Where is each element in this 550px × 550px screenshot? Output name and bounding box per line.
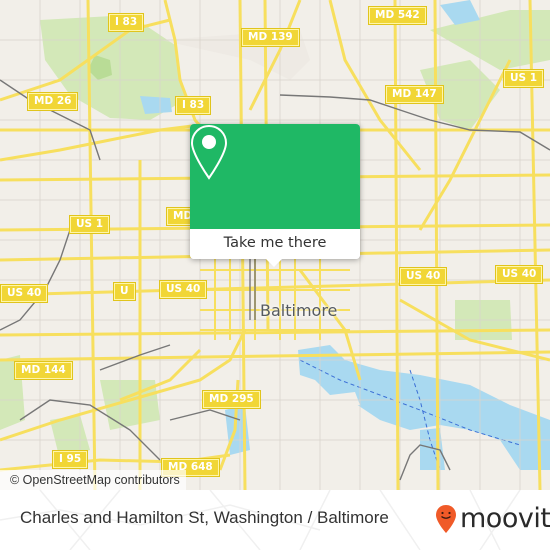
popup-tail: [264, 257, 284, 267]
road-shield-us40: US 40: [1, 285, 48, 302]
location-popup: Take me there: [190, 124, 360, 267]
road-shield-i95: I 95: [53, 451, 88, 468]
road-shield-md147: MD 147: [386, 86, 443, 103]
road-shield-us40: US 40: [160, 281, 207, 298]
moovit-logo[interactable]: moovit: [435, 504, 550, 534]
road-shield-md139: MD 139: [242, 29, 299, 46]
road-shield-us1: US 1: [70, 216, 110, 233]
map-attribution[interactable]: © OpenStreetMap contributors: [0, 470, 186, 490]
road-shield-us40: U: [114, 283, 135, 300]
footer: Charles and Hamilton St, Washington / Ba…: [0, 490, 550, 550]
road-shield-md295: MD 295: [203, 391, 260, 408]
road-shield-md144: MD 144: [15, 362, 72, 379]
moovit-smile-pin-icon: [436, 505, 456, 533]
road-shield-md26: MD 26: [28, 93, 78, 110]
road-shield-us40: US 40: [496, 266, 543, 283]
location-title: Charles and Hamilton St, Washington / Ba…: [20, 508, 389, 527]
map-view[interactable]: I 83 MD 542 MD 139 MD 26 I 83 US 1 MD 14…: [0, 0, 550, 490]
city-label: Baltimore: [260, 301, 338, 320]
road-shield-i83: I 83: [109, 14, 144, 31]
map-pin-icon: [190, 124, 228, 180]
road-shield-us1: US 1: [504, 70, 544, 87]
road-shield-md542: MD 542: [369, 7, 426, 24]
road-shield-us40: US 40: [400, 268, 447, 285]
popup-header: [190, 124, 360, 229]
take-me-there-button[interactable]: Take me there: [190, 229, 360, 259]
road-shield-i83: I 83: [176, 97, 211, 114]
moovit-brand-text: moovit: [460, 503, 550, 534]
